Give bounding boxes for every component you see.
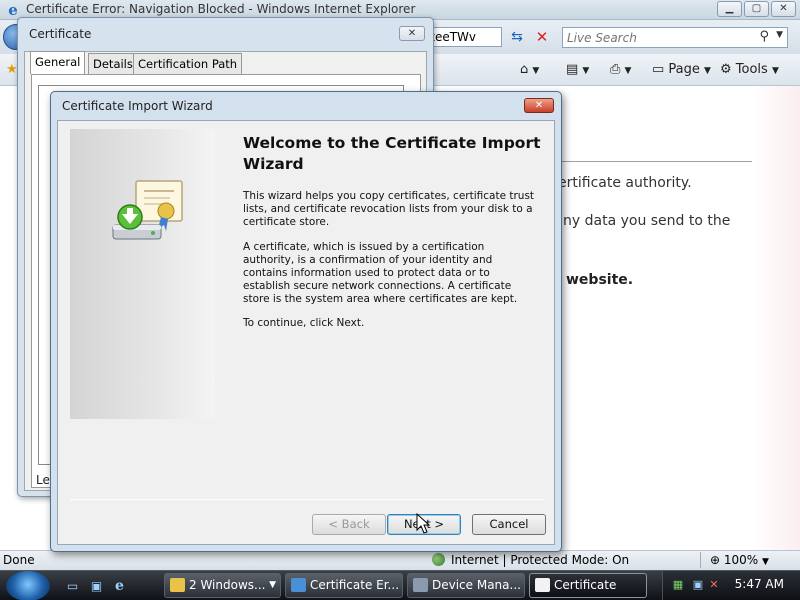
ie-window-controls: ▁ ▢ ✕	[715, 1, 796, 17]
tools-menu[interactable]: ⚙ Tools ▼	[720, 62, 779, 77]
show-desktop-icon[interactable]: ▭	[64, 578, 81, 594]
volume-muted-icon[interactable]: ✕	[707, 578, 721, 592]
zoom-icon: ⊕	[710, 553, 724, 567]
status-text: Done	[3, 553, 35, 567]
ie-status-bar: Done Internet | Protected Mode: On ⊕ 100…	[0, 550, 800, 570]
search-input[interactable]	[563, 28, 753, 47]
globe-icon	[432, 553, 445, 566]
mouse-cursor-icon	[416, 513, 430, 534]
favorites-star-icon[interactable]: ★	[6, 62, 18, 77]
certificate-partial-label: Le	[36, 473, 50, 487]
wizard-paragraph: To continue, click Next.	[243, 317, 365, 329]
zoom-control[interactable]: ⊕ 100% ▼	[710, 553, 769, 567]
page-menu-label: Page	[668, 62, 700, 77]
tab-general[interactable]: General	[30, 51, 86, 74]
home-icon[interactable]: ⌂ ▼	[520, 62, 539, 77]
import-wizard-dialog: Certificate Import Wizard ✕ Welcome to t…	[50, 91, 562, 552]
taskbar-button-certificate[interactable]: Certificate	[529, 573, 647, 598]
switch-windows-icon[interactable]: ▣	[88, 578, 105, 594]
search-icon[interactable]: ⚲	[759, 29, 769, 44]
tools-menu-label: Tools	[735, 62, 768, 77]
certificate-close-button[interactable]: ✕	[399, 26, 425, 41]
start-button[interactable]	[6, 571, 50, 600]
tab-certification-path[interactable]: Certification Path	[133, 53, 243, 74]
folder-icon	[170, 578, 185, 592]
taskbar-button-label: Certificate	[554, 578, 617, 592]
content-line: website.	[566, 272, 634, 288]
network-icon[interactable]: ▦	[671, 578, 685, 592]
ie-quicklaunch-icon[interactable]: e	[111, 578, 128, 594]
ie-window-title: Certificate Error: Navigation Blocked - …	[26, 2, 416, 16]
chevron-down-icon: ▼	[269, 580, 276, 590]
close-button[interactable]: ✕	[771, 1, 796, 17]
system-clock[interactable]: 5:47 AM	[735, 577, 784, 591]
taskbar-button-device-manager[interactable]: Device Mana...	[407, 573, 525, 598]
minimize-button[interactable]: ▁	[717, 1, 742, 17]
zoom-level: 100%	[723, 553, 759, 567]
taskbar-button-label: 2 Windows...	[189, 578, 266, 592]
content-edge	[752, 86, 800, 550]
certificate-import-icon	[112, 180, 183, 240]
wizard-title: Certificate Import Wizard	[62, 99, 213, 113]
print-icon[interactable]: ⎙ ▼	[610, 62, 631, 77]
page-menu[interactable]: ▭ Page ▼	[652, 62, 711, 77]
certificate-dialog-title: Certificate	[29, 27, 92, 41]
wizard-close-button[interactable]: ✕	[524, 98, 554, 113]
content-line: ertificate authority.	[558, 175, 692, 191]
taskbar-button-label: Certificate Er...	[310, 578, 400, 592]
chevron-down-icon[interactable]: ▼	[776, 30, 783, 40]
refresh-icon[interactable]: ⇆	[507, 27, 527, 47]
content-divider	[558, 161, 752, 162]
wizard-heading: Welcome to the Certificate Import Wizard	[243, 134, 541, 173]
wizard-paragraph: A certificate, which is issued by a cert…	[243, 241, 518, 305]
wizard-body: Welcome to the Certificate Import Wizard…	[57, 120, 555, 545]
back-button[interactable]: < Back	[312, 514, 386, 535]
monitor-icon[interactable]: ▣	[691, 578, 705, 592]
taskbar-button-label: Device Mana...	[432, 578, 521, 592]
system-tray: ▦ ▣ ✕ 5:47 AM	[662, 571, 800, 600]
content-line: ny data you send to the	[563, 213, 731, 229]
status-divider	[700, 552, 701, 568]
ie-logo-icon: e	[8, 1, 18, 19]
certificate-window-icon	[535, 578, 550, 592]
wizard-paragraph: This wizard helps you copy certificates,…	[243, 190, 535, 228]
stop-icon[interactable]: ✕	[532, 27, 552, 47]
security-zone-label: Internet | Protected Mode: On	[451, 553, 630, 567]
feeds-icon[interactable]: ▤ ▼	[566, 62, 589, 77]
security-zone[interactable]: Internet | Protected Mode: On	[432, 553, 629, 567]
wizard-divider	[70, 499, 545, 500]
maximize-button[interactable]: ▢	[744, 1, 769, 17]
taskbar-button-windows-group[interactable]: 2 Windows... ▼	[164, 573, 281, 598]
ie-icon	[291, 578, 306, 592]
tab-details[interactable]: Details	[88, 53, 138, 74]
taskbar-button-certificate-error[interactable]: Certificate Er...	[285, 573, 403, 598]
taskbar: ▭ ▣ e 2 Windows... ▼ Certificate Er... D…	[0, 570, 800, 600]
cancel-button[interactable]: Cancel	[472, 514, 546, 535]
search-box[interactable]: ⚲ ▼	[562, 27, 788, 48]
device-manager-icon	[413, 578, 428, 592]
wizard-side-panel	[70, 129, 215, 419]
